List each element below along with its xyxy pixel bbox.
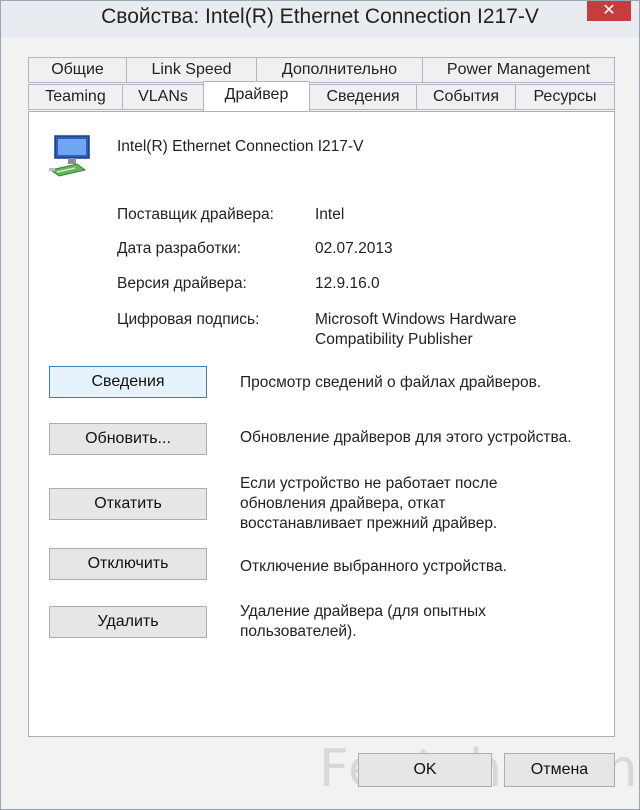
properties-dialog: Свойства: Intel(R) Ethernet Connection I… (0, 0, 640, 810)
tab-advanced[interactable]: Дополнительно (256, 57, 423, 83)
tab-general[interactable]: Общие (28, 57, 127, 83)
close-icon: ✕ (602, 2, 616, 19)
tab-teaming[interactable]: Teaming (28, 84, 123, 110)
driver-date-value: 02.07.2013 (315, 240, 393, 257)
tab-link-speed[interactable]: Link Speed (126, 57, 257, 83)
title-bar: Свойства: Intel(R) Ethernet Connection I… (1, 1, 639, 37)
driver-provider-value: Intel (315, 206, 345, 223)
tab-details[interactable]: Сведения (309, 84, 417, 110)
uninstall-description-line1: Удаление драйвера (для опытных (240, 603, 486, 620)
update-driver-description: Обновление драйверов для этого устройств… (240, 429, 572, 446)
driver-tab-panel: Intel(R) Ethernet Connection I217-V Пост… (28, 111, 615, 737)
digital-signer-value-line2: Compatibility Publisher (315, 331, 473, 348)
rollback-description-line2: обновления драйвера, откат (240, 495, 446, 512)
digital-signer-value-line1: Microsoft Windows Hardware (315, 311, 517, 328)
tab-power-management[interactable]: Power Management (422, 57, 615, 83)
tab-driver[interactable]: Драйвер (203, 81, 310, 111)
digital-signer-label: Цифровая подпись: (117, 311, 260, 328)
device-name: Intel(R) Ethernet Connection I217-V (117, 138, 364, 155)
close-button[interactable]: ✕ (587, 1, 631, 21)
driver-details-button[interactable]: Сведения (49, 366, 207, 398)
driver-version-value: 12.9.16.0 (315, 275, 380, 292)
window-title: Свойства: Intel(R) Ethernet Connection I… (101, 5, 539, 28)
driver-version-label: Версия драйвера: (117, 275, 247, 292)
ok-button[interactable]: OK (358, 753, 492, 787)
uninstall-description-line2: пользователей). (240, 623, 357, 640)
tab-events[interactable]: События (416, 84, 516, 110)
cancel-button[interactable]: Отмена (504, 753, 615, 787)
tab-vlans[interactable]: VLANs (122, 84, 204, 110)
uninstall-driver-button[interactable]: Удалить (49, 606, 207, 638)
rollback-description-line1: Если устройство не работает после (240, 475, 498, 492)
driver-details-description: Просмотр сведений о файлах драйверов. (240, 374, 542, 391)
disable-device-description: Отключение выбранного устройства. (240, 558, 507, 575)
tab-resources[interactable]: Ресурсы (515, 84, 615, 110)
disable-device-button[interactable]: Отключить (49, 548, 207, 580)
update-driver-button[interactable]: Обновить... (49, 423, 207, 455)
rollback-driver-button[interactable]: Откатить (49, 488, 207, 520)
network-adapter-icon (47, 134, 97, 180)
driver-date-label: Дата разработки: (117, 240, 242, 257)
driver-provider-label: Поставщик драйвера: (117, 206, 274, 223)
rollback-description-line3: восстанавливает прежний драйвер. (240, 515, 498, 532)
